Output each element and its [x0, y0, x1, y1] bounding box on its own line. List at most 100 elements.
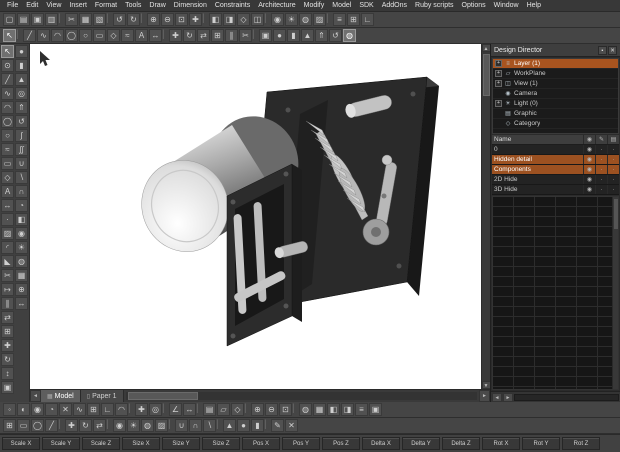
angle-icon[interactable]: ∠	[169, 403, 182, 416]
menu-item[interactable]: Tools	[121, 0, 145, 12]
material-icon[interactable]: ▦	[313, 403, 326, 416]
text-tool-icon[interactable]: A	[135, 29, 148, 42]
expander-icon[interactable]	[495, 110, 502, 117]
separator[interactable]: ▏	[17, 29, 23, 42]
extrude-icon[interactable]: ⇑	[15, 101, 28, 114]
tree-row[interactable]: + ▱ WorkPlane	[493, 69, 618, 79]
separator[interactable]: ▏	[163, 29, 169, 42]
visibility-icon[interactable]: ◉	[583, 175, 595, 184]
move-mode-icon[interactable]: ✚	[65, 419, 78, 432]
offset-tool-icon[interactable]: ∥	[225, 29, 238, 42]
intersect-mode-icon[interactable]: ∩	[189, 419, 202, 432]
dimension-tool-icon[interactable]: ↔	[149, 29, 162, 42]
polyline-icon[interactable]: ∿	[1, 87, 14, 100]
lock-icon[interactable]: ·	[595, 155, 607, 164]
tree-row[interactable]: ◇ Category	[493, 119, 618, 129]
circle-mode-icon[interactable]: ◯	[31, 419, 44, 432]
cylinder-mode-icon[interactable]: ▮	[251, 419, 264, 432]
sphere-mode-icon[interactable]: ●	[237, 419, 250, 432]
fillet-icon[interactable]: ◜	[1, 241, 14, 254]
scale-icon[interactable]: ↕	[1, 367, 14, 380]
inspector-field[interactable]: Scale X	[2, 437, 40, 450]
inspector-field[interactable]: Size Z	[202, 437, 240, 450]
editable-column-icon[interactable]: ✎	[595, 135, 607, 144]
light-mode-icon[interactable]: ☀	[127, 419, 140, 432]
box-tool-icon[interactable]: ▣	[259, 29, 272, 42]
camera-icon[interactable]: ◉	[15, 227, 28, 240]
save-icon[interactable]: ▣	[31, 13, 44, 26]
separator[interactable]: ▏	[59, 13, 65, 26]
scrollbar-thumb[interactable]	[482, 54, 490, 96]
pan-icon[interactable]: ↔	[15, 297, 28, 310]
light-icon[interactable]: ☀	[285, 13, 298, 26]
zoom-previous-icon[interactable]: ⊖	[265, 403, 278, 416]
inspector-field[interactable]: Pos Z	[322, 437, 360, 450]
revolve-icon[interactable]: ↺	[15, 115, 28, 128]
separator[interactable]: ▏	[245, 403, 251, 416]
aperture-icon[interactable]: ◎	[149, 403, 162, 416]
extend-icon[interactable]: ↦	[1, 283, 14, 296]
materials-icon[interactable]: ▨	[313, 13, 326, 26]
name-column-header[interactable]: Name	[492, 136, 583, 143]
rectangle-icon[interactable]: ▭	[1, 157, 14, 170]
inspector-field[interactable]: Rot Y	[522, 437, 560, 450]
line-tool-icon[interactable]: ╱	[23, 29, 36, 42]
mirror-mode-icon[interactable]: ⇄	[93, 419, 106, 432]
zoom-extents-icon[interactable]: ⊡	[175, 13, 188, 26]
menu-item[interactable]: Constraints	[211, 0, 254, 12]
inspector-field[interactable]: Pos Y	[282, 437, 320, 450]
menu-item[interactable]: Draw	[145, 0, 169, 12]
menu-item[interactable]: SDK	[355, 0, 377, 12]
lock-icon[interactable]: ·	[595, 185, 607, 194]
lock-icon[interactable]: ·	[595, 175, 607, 184]
ellipse-icon[interactable]: ○	[1, 129, 14, 142]
delete-mode-icon[interactable]: ✕	[285, 419, 298, 432]
inspector-field[interactable]: Delta X	[362, 437, 400, 450]
0[interactable]: 0 ◉ · ·	[492, 145, 619, 155]
cylinder-icon[interactable]: ▮	[15, 59, 28, 72]
scrollbar-thumb[interactable]	[613, 199, 618, 229]
Components[interactable]: Components ◉ · ·	[492, 165, 619, 175]
cone-icon[interactable]: ▲	[15, 73, 28, 86]
menu-item[interactable]: Model	[328, 0, 355, 12]
expander-icon[interactable]: +	[495, 100, 502, 107]
scroll-left-icon[interactable]: ◄	[492, 392, 502, 402]
separator[interactable]: ▏	[327, 13, 333, 26]
inspector-field[interactable]: Scale Z	[82, 437, 120, 450]
torus-icon[interactable]: ◎	[15, 87, 28, 100]
point-icon[interactable]: ·	[1, 213, 14, 226]
circle-icon[interactable]: ◯	[1, 115, 14, 128]
extrude-tool-icon[interactable]: ⇑	[315, 29, 328, 42]
grid-vertical-scrollbar[interactable]	[612, 197, 618, 389]
tab-model[interactable]: ▦ Model	[41, 390, 81, 402]
rect-mode-icon[interactable]: ▭	[17, 419, 30, 432]
material-mode-icon[interactable]: ▨	[155, 419, 168, 432]
sphere-icon[interactable]: ●	[15, 45, 28, 58]
expander-icon[interactable]: +	[495, 80, 502, 87]
drawing-canvas[interactable]	[30, 44, 481, 389]
arc-tool-icon[interactable]: ◠	[51, 29, 64, 42]
circle-tool-icon[interactable]: ◯	[65, 29, 78, 42]
layers-icon[interactable]: ≡	[333, 13, 346, 26]
camera-icon[interactable]: ◉	[271, 13, 284, 26]
chamfer-icon[interactable]: ◣	[1, 255, 14, 268]
arc-icon[interactable]: ◠	[1, 101, 14, 114]
scrollbar-thumb[interactable]	[127, 392, 198, 400]
lock-icon[interactable]: ·	[595, 145, 607, 154]
mirror-tool-icon[interactable]: ⇄	[197, 29, 210, 42]
separator[interactable]: ▏	[107, 13, 113, 26]
copy-icon[interactable]: ▦	[79, 13, 92, 26]
menu-item[interactable]: Architecture	[254, 0, 299, 12]
menu-item[interactable]: Window	[490, 0, 523, 12]
view-left-icon[interactable]: ◧	[327, 403, 340, 416]
expander-icon[interactable]	[495, 90, 502, 97]
print-icon[interactable]: ·	[607, 165, 619, 174]
render-icon[interactable]: ◍	[15, 255, 28, 268]
render-icon[interactable]: ◍	[299, 13, 312, 26]
scroll-right-icon[interactable]: ►	[503, 392, 513, 402]
menu-item[interactable]: Options	[458, 0, 490, 12]
print-icon[interactable]: ·	[607, 185, 619, 194]
center-snap-icon[interactable]: ◉	[31, 403, 44, 416]
visibility-icon[interactable]: ◉	[583, 165, 595, 174]
facet-edit-icon[interactable]: ◧	[15, 213, 28, 226]
